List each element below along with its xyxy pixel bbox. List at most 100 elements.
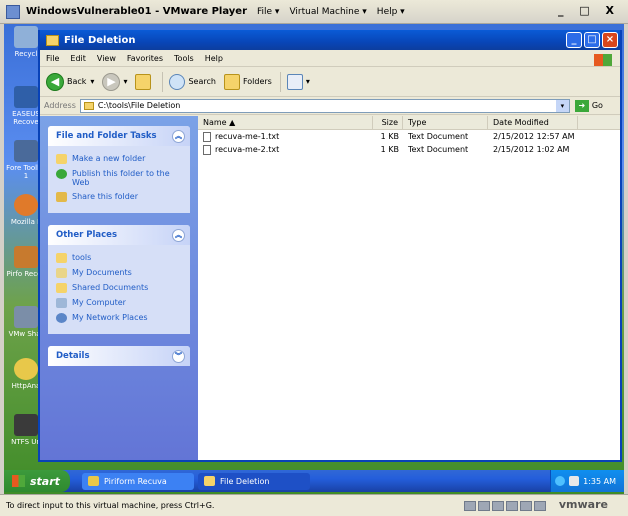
hard-disk-icon[interactable] bbox=[464, 501, 476, 511]
place-tools[interactable]: tools bbox=[56, 253, 182, 263]
windows-logo-icon bbox=[594, 54, 612, 66]
menu-tools[interactable]: Tools bbox=[174, 54, 194, 63]
place-my-documents[interactable]: My Documents bbox=[56, 268, 182, 278]
explorer-menubar: File Edit View Favorites Tools Help bbox=[40, 50, 620, 67]
back-dropdown-icon[interactable]: ▾ bbox=[90, 77, 94, 86]
system-tray: 1:35 AM bbox=[550, 470, 624, 492]
toolbar-separator bbox=[162, 71, 164, 92]
vmware-logo-icon bbox=[6, 4, 20, 19]
start-button[interactable]: start bbox=[4, 470, 70, 492]
explorer-body: File and Folder Tasks ︽ Make a new folde… bbox=[40, 116, 620, 460]
collapse-chevron-icon[interactable]: ︽ bbox=[172, 228, 185, 242]
address-input[interactable]: C:\tools\File Deletion ▾ bbox=[79, 98, 570, 113]
back-arrow-icon: ◀ bbox=[46, 72, 64, 91]
vmware-menu-virtual-machine[interactable]: Virtual Machine ▾ bbox=[289, 7, 366, 17]
toolbar-separator bbox=[279, 71, 281, 92]
place-shared-documents[interactable]: Shared Documents bbox=[56, 283, 182, 293]
shared-documents-icon bbox=[56, 283, 67, 293]
collapse-chevron-icon[interactable]: ︽ bbox=[172, 129, 185, 143]
menu-edit[interactable]: Edit bbox=[70, 54, 86, 63]
vmware-menu-help[interactable]: Help ▾ bbox=[377, 7, 405, 17]
address-bar: Address C:\tools\File Deletion ▾ ➜ Go bbox=[40, 97, 620, 115]
file-list: Name ▲ Size Type Date Modified recuva-me… bbox=[198, 116, 620, 460]
network-tray-icon[interactable] bbox=[569, 476, 580, 486]
menu-help[interactable]: Help bbox=[205, 54, 223, 63]
vmware-window-controls[interactable]: _ □ X bbox=[558, 4, 620, 17]
publish-web-icon bbox=[56, 169, 67, 179]
text-file-icon bbox=[203, 131, 211, 142]
menu-view[interactable]: View bbox=[97, 54, 116, 63]
column-date-modified[interactable]: Date Modified bbox=[488, 116, 578, 129]
go-arrow-icon: ➜ bbox=[574, 99, 589, 112]
guest-desktop: Recycl EASEUS Recove Fore Toolkit 1 Mozi… bbox=[4, 24, 624, 494]
forward-dropdown-icon[interactable]: ▾ bbox=[123, 77, 127, 86]
task-publish-to-web[interactable]: Publish this folder to the Web bbox=[56, 169, 182, 187]
cdrom-icon[interactable] bbox=[478, 501, 490, 511]
task-share-folder[interactable]: Share this folder bbox=[56, 192, 182, 202]
file-row[interactable]: recuva-me-2.txt 1 KB Text Document 2/15/… bbox=[198, 143, 620, 156]
my-documents-icon bbox=[56, 268, 67, 278]
folders-button[interactable]: Folders bbox=[223, 73, 272, 90]
folder-icon bbox=[56, 253, 67, 263]
go-button[interactable]: ➜ Go bbox=[574, 99, 603, 112]
sound-icon[interactable] bbox=[534, 501, 546, 511]
up-folder-button[interactable] bbox=[135, 73, 154, 90]
recuva-icon bbox=[14, 246, 38, 268]
my-computer-icon bbox=[56, 298, 67, 308]
search-button[interactable]: Search bbox=[169, 73, 216, 90]
folder-icon bbox=[83, 101, 94, 110]
column-name[interactable]: Name ▲ bbox=[198, 116, 373, 129]
menu-favorites[interactable]: Favorites bbox=[127, 54, 163, 63]
column-size[interactable]: Size bbox=[373, 116, 403, 129]
minimize-button[interactable]: _ bbox=[566, 32, 582, 48]
column-type[interactable]: Type bbox=[403, 116, 488, 129]
close-button[interactable]: × bbox=[602, 32, 618, 48]
network-adapter-icon[interactable] bbox=[506, 501, 518, 511]
place-my-computer[interactable]: My Computer bbox=[56, 298, 182, 308]
file-row[interactable]: recuva-me-1.txt 1 KB Text Document 2/15/… bbox=[198, 130, 620, 143]
vmware-window-title: WindowsVulnerable01 - VMware Player bbox=[26, 6, 248, 17]
address-dropdown-icon[interactable]: ▾ bbox=[555, 99, 569, 112]
details-header[interactable]: Details ︾ bbox=[48, 346, 190, 366]
explorer-toolbar: ◀ Back ▾ ▶ ▾ Search Folders ▾ bbox=[40, 67, 620, 97]
column-headers: Name ▲ Size Type Date Modified bbox=[198, 116, 620, 130]
tray-arrow-icon[interactable] bbox=[555, 476, 566, 486]
expand-chevron-icon[interactable]: ︾ bbox=[172, 349, 185, 363]
network-places-icon bbox=[56, 313, 67, 323]
task-pane: File and Folder Tasks ︽ Make a new folde… bbox=[40, 116, 198, 460]
usb-icon[interactable] bbox=[520, 501, 532, 511]
forward-button[interactable]: ▶ ▾ bbox=[102, 72, 127, 91]
explorer-title: File Deletion bbox=[64, 34, 136, 46]
vmware-brand-logo: vmware bbox=[558, 498, 608, 511]
back-button[interactable]: ◀ Back ▾ bbox=[46, 72, 94, 91]
clock[interactable]: 1:35 AM bbox=[583, 477, 616, 486]
search-icon bbox=[169, 73, 186, 90]
taskbar-item-piriform-recuva[interactable]: Piriform Recuva bbox=[82, 472, 194, 490]
forward-arrow-icon: ▶ bbox=[102, 72, 121, 91]
vmware-shared-icon bbox=[14, 306, 38, 328]
file-folder-tasks-header[interactable]: File and Folder Tasks ︽ bbox=[48, 126, 190, 146]
maximize-button[interactable]: □ bbox=[584, 32, 600, 48]
up-folder-icon bbox=[135, 73, 152, 90]
views-icon bbox=[286, 73, 303, 90]
details-panel: Details ︾ bbox=[48, 346, 190, 366]
task-make-new-folder[interactable]: Make a new folder bbox=[56, 154, 182, 164]
taskbar-item-file-deletion[interactable]: File Deletion bbox=[198, 472, 310, 490]
vmware-menu-file[interactable]: File ▾ bbox=[257, 7, 279, 17]
place-my-network-places[interactable]: My Network Places bbox=[56, 313, 182, 323]
ntfs-undelete-icon bbox=[14, 414, 38, 436]
windows-flag-icon bbox=[12, 475, 25, 487]
address-label: Address bbox=[44, 101, 76, 110]
floppy-icon[interactable] bbox=[492, 501, 504, 511]
other-places-panel: Other Places ︽ tools My Documents Shared… bbox=[48, 225, 190, 334]
explorer-titlebar[interactable]: File Deletion _ □ × bbox=[40, 30, 620, 50]
text-file-icon bbox=[203, 144, 211, 155]
folders-icon bbox=[223, 73, 240, 90]
folder-icon bbox=[46, 34, 59, 46]
new-folder-icon bbox=[56, 154, 67, 164]
address-path: C:\tools\File Deletion bbox=[97, 101, 181, 110]
menu-file[interactable]: File bbox=[46, 54, 59, 63]
other-places-header[interactable]: Other Places ︽ bbox=[48, 225, 190, 245]
explorer-window-controls: _ □ × bbox=[566, 32, 618, 48]
views-button[interactable]: ▾ bbox=[286, 73, 310, 90]
